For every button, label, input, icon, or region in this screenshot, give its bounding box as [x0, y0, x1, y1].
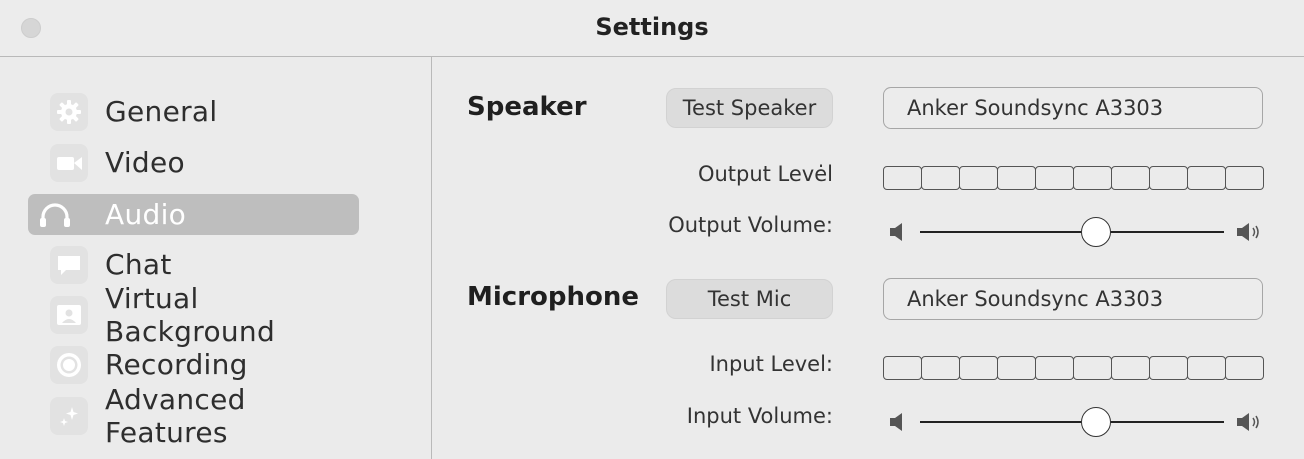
gear-icon [50, 92, 88, 131]
level-segment [1225, 356, 1264, 380]
speaker-device-select[interactable]: Anker Soundsync A3303 [883, 87, 1263, 129]
sidebar-item-audio[interactable]: Audio [28, 194, 359, 235]
settings-window: Settings General Video Audio Chat Virtua… [0, 0, 1304, 459]
title-bar: Settings [0, 0, 1304, 57]
output-volume-slider[interactable] [888, 214, 1263, 250]
input-level-meter [883, 356, 1264, 380]
speaker-high-icon [1235, 411, 1263, 437]
slider-track [920, 421, 1224, 423]
sidebar-item-label: Audio [105, 198, 187, 231]
sidebar-item-chat[interactable]: Chat [28, 244, 359, 285]
input-volume-label: Input Volume: [686, 404, 833, 428]
output-volume-label: Output Volume: [668, 213, 833, 237]
level-segment [959, 166, 998, 190]
level-segment [883, 166, 922, 190]
sidebar-item-video[interactable]: Video [28, 142, 359, 183]
sidebar-item-recording[interactable]: Recording [28, 344, 359, 385]
input-level-label: Input Level: [709, 352, 833, 376]
sidebar-item-virtual-background[interactable]: Virtual Background [28, 282, 359, 348]
microphone-device-select[interactable]: Anker Soundsync A3303 [883, 278, 1263, 320]
output-level-meter [883, 166, 1264, 190]
sidebar-item-label: Virtual Background [105, 281, 276, 348]
sidebar-item-label: General [105, 95, 218, 128]
level-segment [1187, 166, 1226, 190]
sidebar-item-label: Chat [105, 248, 172, 281]
level-segment [1111, 166, 1150, 190]
speaker-high-icon [1235, 221, 1263, 247]
level-segment [1149, 166, 1188, 190]
level-segment [921, 166, 960, 190]
slider-track [920, 231, 1224, 233]
level-segment [1111, 356, 1150, 380]
settings-sidebar: General Video Audio Chat Virtual Backgro… [0, 57, 432, 459]
level-segment [997, 356, 1036, 380]
level-segment [959, 356, 998, 380]
sparkle-icon [50, 396, 88, 435]
volume-slider-knob[interactable] [1081, 407, 1112, 437]
output-level-label: Output Levėl [697, 162, 833, 186]
sidebar-item-label: Advanced Features [105, 382, 246, 449]
sidebar-item-label: Video [105, 146, 185, 179]
speaker-low-icon [888, 411, 908, 437]
level-segment [1187, 356, 1226, 380]
window-title: Settings [595, 13, 709, 41]
sidebar-item-advanced-features[interactable]: Advanced Features [28, 383, 359, 449]
sidebar-item-label: Recording [105, 348, 248, 381]
level-segment [1035, 356, 1074, 380]
microphone-section-title: Microphone [467, 282, 640, 312]
video-camera-icon [50, 143, 88, 182]
record-icon [50, 345, 88, 384]
sidebar-item-general[interactable]: General [28, 91, 359, 132]
level-segment [997, 166, 1036, 190]
level-segment [1073, 166, 1112, 190]
level-segment [883, 356, 922, 380]
level-segment [1225, 166, 1264, 190]
chat-bubble-icon [50, 245, 88, 284]
speaker-section-title: Speaker [467, 92, 587, 122]
volume-slider-knob[interactable] [1081, 217, 1112, 247]
headphones-icon [36, 196, 74, 234]
speaker-low-icon [888, 221, 908, 247]
level-segment [1149, 356, 1188, 380]
virtual-background-icon [50, 295, 88, 334]
test-speaker-button[interactable]: Test Speaker [666, 88, 833, 128]
level-segment [1035, 166, 1074, 190]
input-volume-slider[interactable] [888, 404, 1263, 440]
level-segment [921, 356, 960, 380]
test-mic-button[interactable]: Test Mic [666, 279, 833, 319]
level-segment [1073, 356, 1112, 380]
